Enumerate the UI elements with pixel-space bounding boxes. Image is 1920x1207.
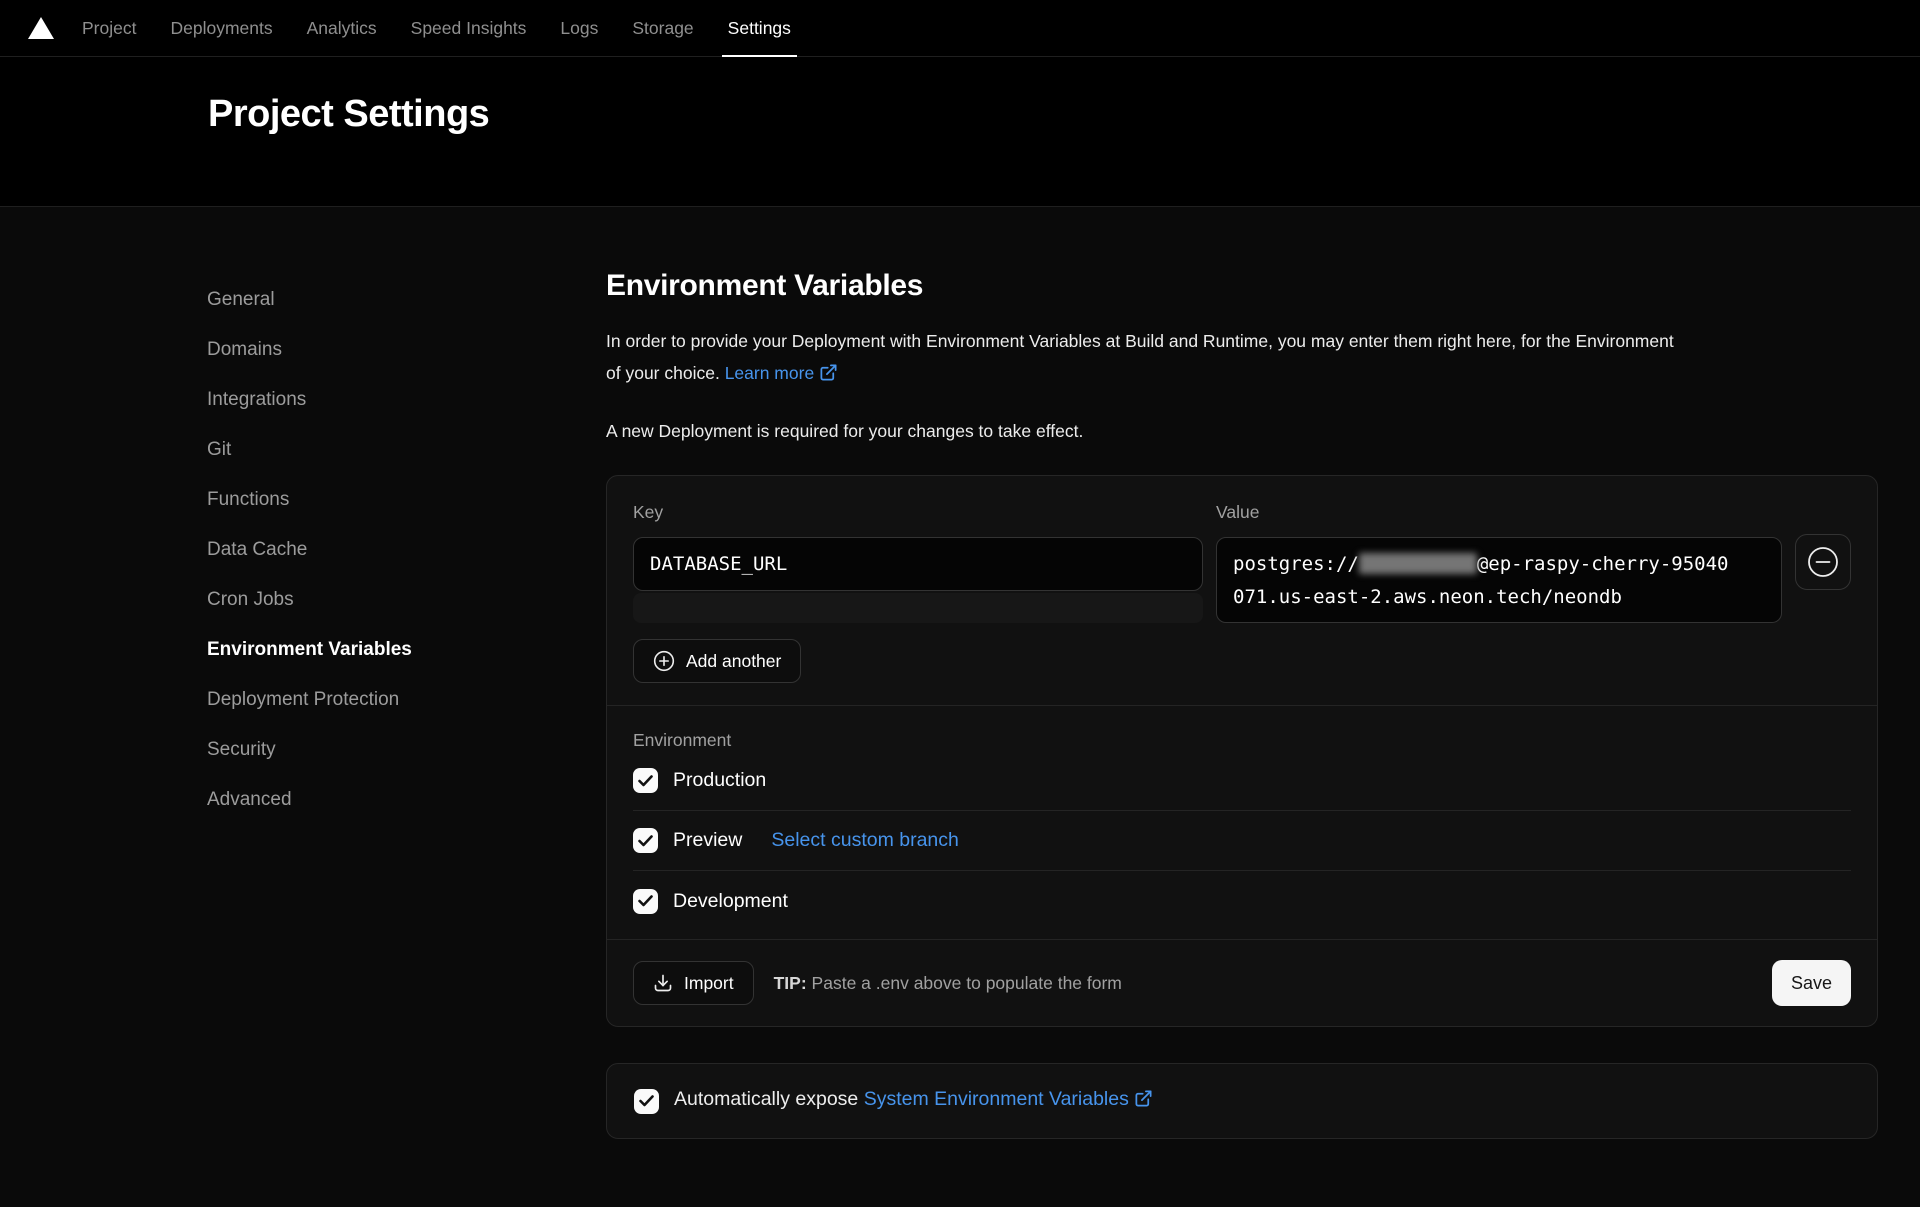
page-header: Project Settings: [0, 57, 1920, 207]
tab-project[interactable]: Project: [82, 0, 136, 56]
download-icon: [653, 973, 673, 993]
development-label: Development: [673, 890, 788, 913]
redacted-secret: [1359, 553, 1477, 574]
environment-section: Environment Production Preview Select cu…: [607, 705, 1877, 939]
tip-body: Paste a .env above to populate the form: [812, 973, 1122, 993]
env-var-form: Key Value postgres:// @ep-raspy-cherry-95…: [607, 476, 1877, 705]
minus-circle-icon: [1806, 545, 1840, 579]
key-label: Key: [633, 502, 1203, 523]
tab-storage[interactable]: Storage: [632, 0, 693, 56]
settings-sidebar: General Domains Integrations Git Functio…: [207, 207, 606, 1139]
plus-circle-icon: [653, 650, 675, 672]
auto-expose-checkbox[interactable]: [634, 1089, 659, 1114]
env-row-production: Production: [633, 751, 1851, 811]
production-label: Production: [673, 769, 766, 792]
key-input-filler: [633, 593, 1203, 623]
select-custom-branch-link[interactable]: Select custom branch: [771, 829, 959, 852]
remove-row-button[interactable]: [1795, 534, 1851, 590]
external-link-icon: [1134, 1089, 1153, 1114]
section-description: In order to provide your Deployment with…: [606, 325, 1878, 392]
sidebar-item-general[interactable]: General: [207, 275, 606, 325]
sidebar-item-data-cache[interactable]: Data Cache: [207, 525, 606, 575]
tip-text: TIP: Paste a .env above to populate the …: [774, 973, 1122, 994]
vercel-logo[interactable]: [0, 17, 82, 39]
tab-settings[interactable]: Settings: [728, 0, 791, 56]
key-input[interactable]: [633, 537, 1203, 591]
tab-analytics[interactable]: Analytics: [307, 0, 377, 56]
auto-expose-card: Automatically expose System Environment …: [606, 1063, 1878, 1139]
nav-tabs: Project Deployments Analytics Speed Insi…: [82, 0, 791, 56]
value-suffix: @ep-raspy-cherry-95040: [1477, 553, 1729, 575]
value-line2: 071.us-east-2.aws.neon.tech/neondb: [1233, 581, 1765, 614]
tab-logs[interactable]: Logs: [560, 0, 598, 56]
main-panel: Environment Variables In order to provid…: [606, 207, 1878, 1139]
add-another-label: Add another: [686, 651, 781, 672]
environment-label: Environment: [633, 706, 1851, 751]
card-footer: Import TIP: Paste a .env above to popula…: [607, 939, 1877, 1026]
env-var-card: Key Value postgres:// @ep-raspy-cherry-95…: [606, 475, 1878, 1027]
sidebar-item-domains[interactable]: Domains: [207, 325, 606, 375]
sidebar-item-git[interactable]: Git: [207, 425, 606, 475]
env-row-development: Development: [633, 871, 1851, 931]
development-checkbox[interactable]: [633, 889, 658, 914]
save-button[interactable]: Save: [1772, 960, 1851, 1006]
content: General Domains Integrations Git Functio…: [0, 207, 1920, 1139]
sidebar-item-cron-jobs[interactable]: Cron Jobs: [207, 575, 606, 625]
tip-bold: TIP:: [774, 973, 807, 993]
auto-expose-label: Automatically expose: [674, 1088, 858, 1110]
value-label: Value: [1216, 502, 1782, 523]
section-title: Environment Variables: [606, 269, 1878, 303]
import-label: Import: [684, 973, 734, 994]
value-prefix: postgres://: [1233, 553, 1359, 575]
system-env-vars-link[interactable]: System Environment Variables: [864, 1088, 1129, 1110]
external-link-icon: [819, 360, 838, 392]
top-nav: Project Deployments Analytics Speed Insi…: [0, 0, 1920, 57]
page-title: Project Settings: [0, 57, 1920, 136]
description-line1: In order to provide your Deployment with…: [606, 331, 1674, 351]
sidebar-item-functions[interactable]: Functions: [207, 475, 606, 525]
tab-deployments[interactable]: Deployments: [170, 0, 272, 56]
production-checkbox[interactable]: [633, 768, 658, 793]
sidebar-item-integrations[interactable]: Integrations: [207, 375, 606, 425]
value-textarea[interactable]: postgres:// @ep-raspy-cherry-95040 071.us…: [1216, 537, 1782, 623]
value-line1: postgres:// @ep-raspy-cherry-95040: [1233, 548, 1765, 581]
auto-expose-text: Automatically expose System Environment …: [674, 1088, 1153, 1114]
tab-speed-insights[interactable]: Speed Insights: [411, 0, 527, 56]
preview-label: Preview: [673, 829, 742, 852]
check-icon: [638, 895, 653, 907]
check-icon: [638, 835, 653, 847]
add-another-button[interactable]: Add another: [633, 639, 801, 683]
vercel-triangle-icon: [28, 17, 54, 39]
env-row-preview: Preview Select custom branch: [633, 811, 1851, 871]
check-icon: [639, 1095, 654, 1107]
import-button[interactable]: Import: [633, 961, 754, 1005]
sidebar-item-security[interactable]: Security: [207, 725, 606, 775]
preview-checkbox[interactable]: [633, 828, 658, 853]
description-line2: of your choice.: [606, 363, 720, 383]
sidebar-item-environment-variables[interactable]: Environment Variables: [207, 625, 606, 675]
sidebar-item-deployment-protection[interactable]: Deployment Protection: [207, 675, 606, 725]
learn-more-link[interactable]: Learn more: [725, 363, 815, 383]
sidebar-item-advanced[interactable]: Advanced: [207, 775, 606, 825]
deployment-note: A new Deployment is required for your ch…: [606, 421, 1878, 442]
check-icon: [638, 775, 653, 787]
